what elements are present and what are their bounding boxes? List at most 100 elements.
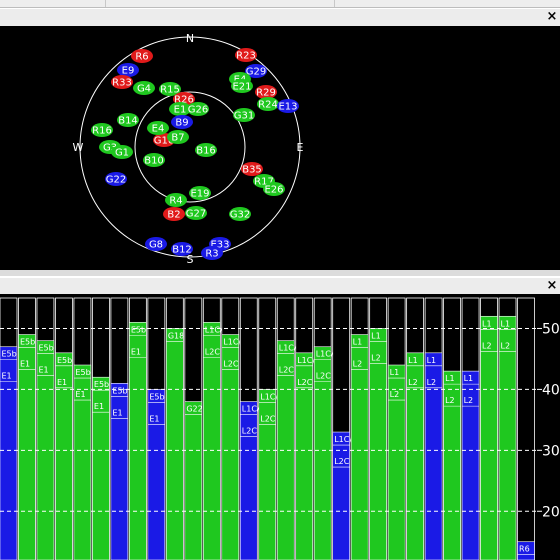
snr-chart: E5bE1E5bE1E5bE1E5bE1E5bE1E5bE1E5bE1E5bE1… (0, 294, 560, 560)
snr-bar (332, 431, 350, 560)
satellite-layer: R6E9R33G4R15R26E1G26B9R23G29E4E21R29R24E… (91, 48, 299, 260)
snr-channel: L1 L2 (369, 297, 388, 560)
satellite-marker: R29 (255, 85, 277, 99)
snr-bar-label: L2C (297, 378, 313, 387)
snr-bar-label: E1 (20, 360, 30, 369)
panel-separator (0, 270, 560, 276)
snr-bar-label: L2C (260, 414, 276, 423)
compass-east-label: E (297, 141, 304, 154)
snr-bar (498, 315, 517, 560)
satellite-marker: R4 (165, 193, 187, 207)
satellite-marker: E9 (117, 63, 139, 77)
satellite-marker: E13 (277, 99, 299, 113)
snr-bar-label: L1 (501, 319, 511, 328)
snr-channel: L1 L2 (498, 297, 517, 560)
satellite-marker: G8 (145, 237, 167, 251)
satellite-marker: R23 (235, 48, 257, 62)
toolbar-segment (0, 0, 106, 7)
snr-bar-label: L2 (464, 396, 474, 405)
snr-bar-label: L1 (353, 338, 363, 347)
snr-bar-label: E1 (2, 372, 12, 381)
satellite-label: E4 (152, 124, 165, 135)
satellite-marker: G4 (133, 81, 155, 95)
snr-bar-label: L2 (390, 390, 400, 399)
snr-bar-label: L1 (408, 356, 418, 365)
satellite-marker: E4 (147, 121, 169, 135)
snr-channel: E5b E1 (128, 297, 147, 560)
snr-bars: E5bE1E5bE1E5bE1E5bE1E5bE1E5bE1E5bE1E5bE1… (0, 297, 535, 560)
satellite-marker: G1 (111, 145, 133, 159)
snr-channel: L1 L2 (480, 297, 498, 560)
satellite-label: E1 (174, 105, 187, 116)
satellite-marker: B9 (171, 115, 193, 129)
satellite-marker: G31 (233, 108, 255, 122)
snr-bar-label: E5b (75, 368, 90, 377)
snr-channel: E5b E1 (55, 297, 73, 560)
snr-axis: 50 40 30 20 (537, 294, 560, 560)
satellite-label: B7 (171, 133, 184, 144)
snr-channel: L1 L2 (350, 297, 369, 560)
satellite-marker: G27 (185, 206, 207, 220)
snr-channel: L1 L2 (424, 297, 443, 560)
satellite-marker: B2 (163, 207, 185, 221)
satellite-label: G1 (115, 148, 129, 159)
snr-bar (166, 328, 184, 560)
snr-bar-label: L1 (371, 331, 381, 340)
snr-bar-label: L2C (223, 360, 239, 369)
snr-channel: G18 (165, 297, 184, 560)
satellite-label: E9 (122, 66, 135, 77)
snr-bar-label: L1 (445, 374, 455, 383)
snr-channel: L1 L2 (387, 297, 406, 560)
snr-bar-label: E1 (94, 402, 104, 411)
satellite-marker: R16 (91, 123, 113, 137)
satellite-label: G26 (188, 105, 208, 116)
snr-bar-label: L2C (279, 366, 295, 375)
snr-close-button[interactable]: × (545, 279, 559, 293)
satellite-marker: R33 (111, 75, 133, 89)
satellite-label: E26 (264, 185, 283, 196)
satellite-marker: E21 (231, 79, 253, 93)
satellite-label: G8 (149, 240, 163, 251)
satellite-label: R4 (169, 196, 182, 207)
snr-bar-label: L2 (501, 341, 511, 350)
snr-bar-label: E1 (38, 366, 48, 375)
top-toolbar-strip (0, 0, 560, 8)
satellite-label: B14 (118, 116, 138, 127)
skyview-close-button[interactable]: × (545, 10, 559, 24)
snr-channel: L1 L2 (443, 297, 461, 560)
satellite-label: G22 (106, 175, 126, 186)
satellite-marker: B10 (143, 153, 165, 167)
snr-bar-label: E5b (57, 356, 72, 365)
satellite-marker: R24 (257, 97, 279, 111)
satellite-label: E19 (190, 189, 209, 200)
snr-bar-label: L1 (482, 319, 492, 328)
compass-west-label: W (73, 141, 84, 154)
skyview-panel: N S E W R6E9R33G4R15R26E1G26B9R23G29E4E2… (0, 26, 560, 270)
satellite-marker: E26 (263, 182, 285, 196)
snr-panel: E5b E1 E5b E1 E5b E1 E5b E1 E5b E1 E5b E1 E5b E1 E5b E1… (0, 294, 560, 560)
snr-bar-label: L2 (353, 360, 363, 369)
snr-bar-label: L2C (205, 347, 221, 356)
snr-bar-label: E5b (94, 380, 109, 389)
snr-channel: E5b E1 (0, 297, 18, 560)
snr-bar-label: L2C (334, 457, 350, 466)
satellite-label: R23 (236, 51, 256, 62)
satellite-label: B9 (175, 118, 188, 129)
snr-bar-label: E5b (131, 325, 146, 334)
snr-bar-label: E1 (149, 414, 159, 423)
snr-channel: E5b E1 (36, 297, 55, 560)
snr-bar-label: L1 (427, 356, 437, 365)
snr-bar-label: E5b (112, 386, 127, 395)
snr-bar-label: L1 (464, 374, 474, 383)
satellite-label: R29 (256, 88, 276, 99)
snr-channel: E5b E1 (18, 297, 36, 560)
satellite-marker: G32 (229, 207, 251, 221)
skyview-title-bar: × (0, 8, 560, 27)
satellite-label: B10 (144, 156, 164, 167)
satellite-marker: B14 (117, 113, 139, 127)
snr-axis-tick-label: 40 (542, 382, 560, 398)
snr-channel: R6 (517, 297, 535, 560)
snr-bar-label: L2C (316, 372, 332, 381)
snr-slot (517, 297, 535, 560)
satellite-label: R24 (258, 100, 278, 111)
